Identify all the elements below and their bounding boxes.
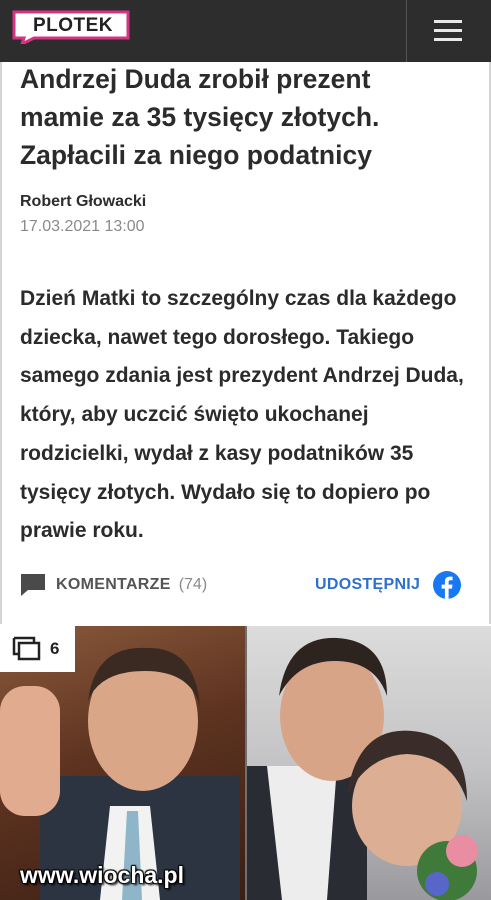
article-lead: Dzień Matki to szczególny czas dla każde… bbox=[20, 287, 464, 543]
facebook-icon[interactable] bbox=[433, 571, 462, 599]
gallery-count-badge[interactable]: 6 bbox=[0, 626, 75, 672]
site-watermark: www.wiocha.pl bbox=[20, 862, 184, 888]
top-navigation-bar: PLOTEK bbox=[0, 0, 491, 62]
photo-gallery[interactable]: 6 bbox=[0, 626, 491, 900]
share-button[interactable]: UDOSTĘPNIJ bbox=[315, 570, 462, 600]
comments-label: KOMENTARZE bbox=[56, 576, 171, 593]
gallery-count: 6 bbox=[50, 639, 60, 658]
hamburger-menu-icon[interactable] bbox=[426, 14, 470, 48]
article-title[interactable]: Andrzej Duda zrobił prezent mamie za 35 … bbox=[20, 60, 460, 174]
gallery-photo-with-mother[interactable] bbox=[247, 626, 491, 900]
article-date: 17.03.2021 13:00 bbox=[20, 218, 145, 235]
gallery-stack-icon bbox=[12, 636, 41, 661]
comments-button[interactable]: KOMENTARZE (74) bbox=[20, 570, 207, 600]
header-divider bbox=[406, 0, 407, 62]
article-author[interactable]: Robert Głowacki bbox=[20, 193, 146, 211]
plotek-logo[interactable]: PLOTEK bbox=[12, 10, 130, 44]
comment-bubble-icon bbox=[21, 574, 45, 596]
comments-count: (74) bbox=[178, 576, 208, 593]
logo-text: PLOTEK bbox=[32, 15, 114, 36]
share-label: UDOSTĘPNIJ bbox=[315, 576, 421, 593]
